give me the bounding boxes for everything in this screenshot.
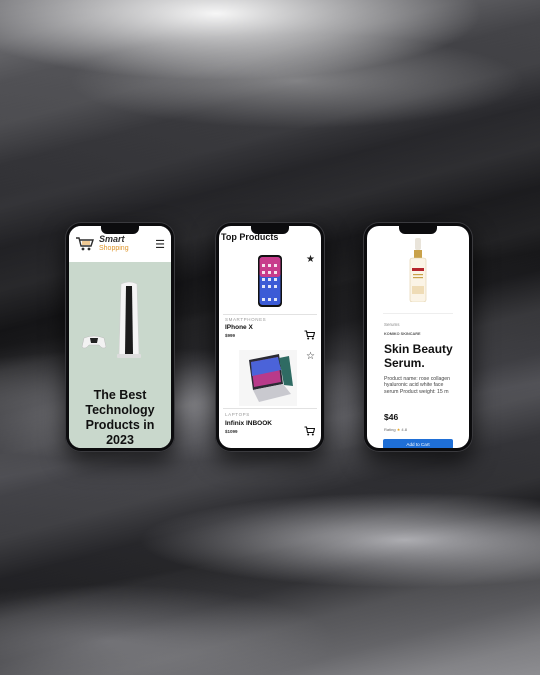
brand-name: Smart bbox=[99, 234, 125, 244]
product-name[interactable]: IPhone X bbox=[225, 324, 253, 331]
product-price: $999 bbox=[225, 333, 236, 338]
serum-bottle-image bbox=[409, 238, 427, 302]
iphone-product-image[interactable] bbox=[257, 254, 283, 308]
gamepad-controller-image bbox=[81, 335, 107, 349]
product-price: $46 bbox=[384, 412, 399, 422]
product-description: Product name: rose collagen hyaluronic a… bbox=[384, 376, 451, 395]
phone-mockup-home: Smart Shopping ☰ The Best Technology Pro… bbox=[65, 222, 175, 452]
divider bbox=[383, 313, 453, 314]
hero-banner: The Best Technology Products in 2023 bbox=[69, 262, 171, 448]
phone-notch bbox=[251, 226, 289, 234]
favorite-star-outline-icon[interactable]: ☆ bbox=[306, 352, 315, 362]
add-to-cart-button[interactable]: Add to Cart bbox=[383, 439, 453, 448]
star-icon: ★ bbox=[396, 427, 401, 432]
hamburger-menu-icon[interactable]: ☰ bbox=[155, 238, 165, 251]
game-console-image bbox=[117, 281, 141, 358]
product-category: SMARTPHONES bbox=[225, 317, 267, 322]
favorite-star-filled-icon[interactable]: ★ bbox=[306, 255, 315, 265]
product-category: LAPTOPS bbox=[225, 412, 250, 417]
phone-mockup-product-detail: Serums KOMIKO SKINCARE Skin Beauty Serum… bbox=[363, 222, 473, 452]
add-to-cart-icon[interactable] bbox=[304, 330, 315, 340]
rating-label: Rating bbox=[384, 427, 396, 432]
rating-value: 4.8 bbox=[401, 427, 407, 432]
divider bbox=[223, 408, 317, 409]
products-screen: Top Products ★ SMARTPHONES IPhone X $999 bbox=[219, 226, 321, 448]
phone-mockup-products: Top Products ★ SMARTPHONES IPhone X $999 bbox=[215, 222, 325, 452]
phone-notch bbox=[101, 226, 139, 234]
add-to-cart-icon[interactable] bbox=[304, 426, 315, 436]
laptop-product-image[interactable] bbox=[239, 350, 297, 406]
product-category: Serums bbox=[384, 322, 400, 327]
home-screen: Smart Shopping ☰ The Best Technology Pro… bbox=[69, 226, 171, 448]
product-price: $1099 bbox=[225, 429, 238, 434]
brand-logo-text[interactable]: Smart Shopping bbox=[99, 235, 129, 253]
shopping-cart-logo-icon bbox=[76, 237, 94, 251]
hero-heading: The Best Technology Products in 2023 bbox=[85, 388, 155, 447]
brand-subtitle: KOMIKO SKINCARE bbox=[384, 332, 421, 336]
product-title: Skin Beauty Serum. bbox=[384, 342, 453, 370]
product-rating: Rating ★ 4.8 bbox=[384, 427, 407, 432]
product-detail-screen: Serums KOMIKO SKINCARE Skin Beauty Serum… bbox=[367, 226, 469, 448]
brand-subname: Shopping bbox=[99, 245, 129, 252]
divider bbox=[223, 314, 317, 315]
phone-notch bbox=[399, 226, 437, 234]
product-name[interactable]: Infinix INBOOK bbox=[225, 420, 272, 427]
